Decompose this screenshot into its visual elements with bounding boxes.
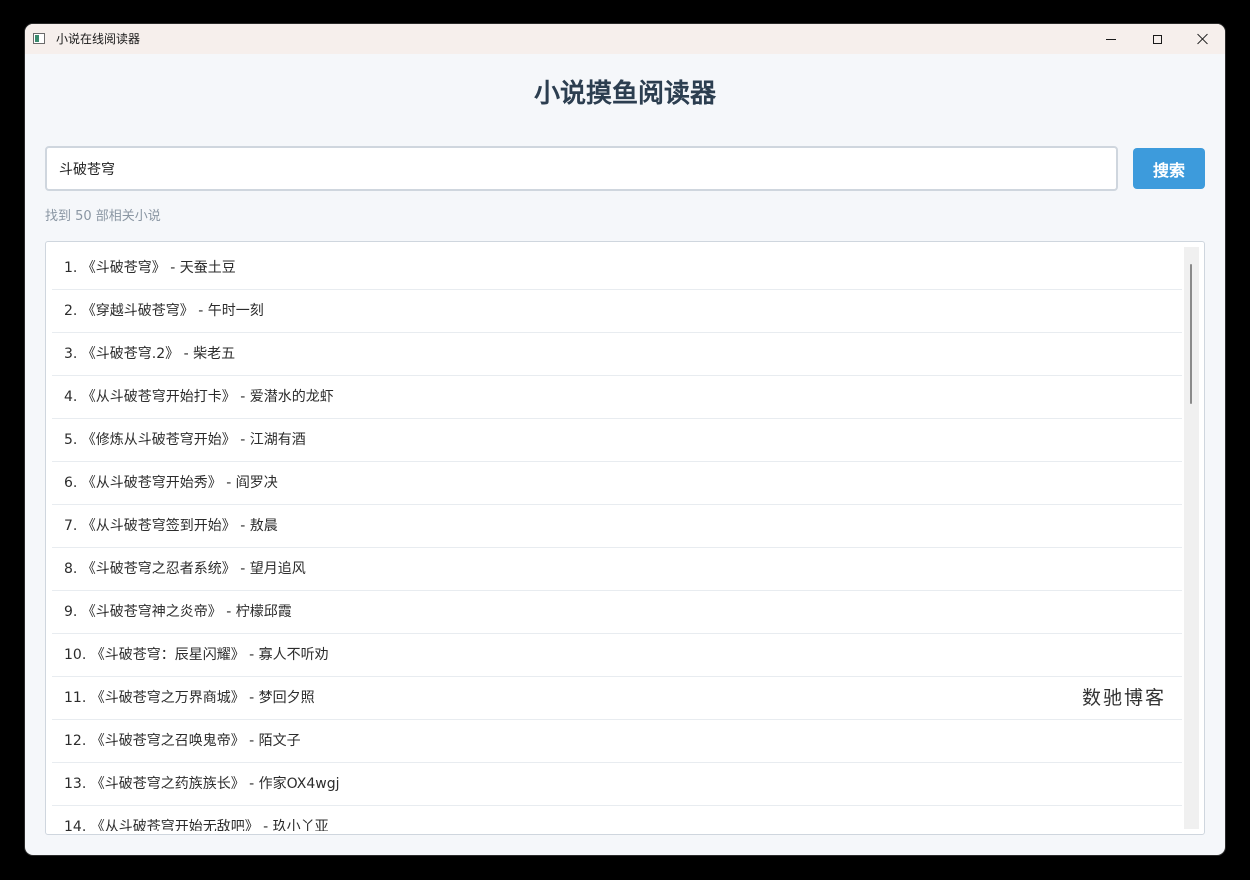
list-item[interactable]: 10. 《斗破苍穹：辰星闪耀》 - 寡人不听劝 — [52, 634, 1182, 677]
minimize-button[interactable] — [1088, 24, 1134, 54]
list-item[interactable]: 12. 《斗破苍穹之召唤鬼帝》 - 陌文子 — [52, 720, 1182, 763]
list-item[interactable]: 6. 《从斗破苍穹开始秀》 - 阎罗决 — [52, 462, 1182, 505]
scrollbar[interactable] — [1184, 247, 1199, 829]
list-item[interactable]: 14. 《从斗破苍穹开始无敌吧》 - 玖小丫亚 — [52, 806, 1182, 831]
list-item[interactable]: 9. 《斗破苍穹神之炎帝》 - 柠檬邱霞 — [52, 591, 1182, 634]
list-item[interactable]: 4. 《从斗破苍穹开始打卡》 - 爱潜水的龙虾 — [52, 376, 1182, 419]
list-item[interactable]: 5. 《修炼从斗破苍穹开始》 - 江湖有酒 — [52, 419, 1182, 462]
list-item[interactable]: 1. 《斗破苍穹》 - 天蚕土豆 — [52, 247, 1182, 290]
result-count: 找到 50 部相关小说 — [45, 209, 161, 224]
results-list: 1. 《斗破苍穹》 - 天蚕土豆 2. 《穿越斗破苍穹》 - 午时一刻 3. 《… — [52, 247, 1182, 831]
list-item[interactable]: 3. 《斗破苍穹.2》 - 柴老五 — [52, 333, 1182, 376]
results-panel: 1. 《斗破苍穹》 - 天蚕土豆 2. 《穿越斗破苍穹》 - 午时一刻 3. 《… — [45, 241, 1205, 835]
search-button[interactable]: 搜索 — [1133, 148, 1205, 189]
watermark: 数驰博客 — [1082, 687, 1167, 709]
page-title: 小说摸鱼阅读器 — [533, 79, 716, 109]
list-item[interactable]: 8. 《斗破苍穹之忍者系统》 - 望月追风 — [52, 548, 1182, 591]
scrollbar-thumb[interactable] — [1190, 264, 1192, 404]
list-item[interactable]: 7. 《从斗破苍穹签到开始》 - 敖晨 — [52, 505, 1182, 548]
app-window-icon — [33, 33, 45, 44]
title-bar[interactable]: 小说在线阅读器 — [25, 24, 1225, 54]
list-item[interactable]: 13. 《斗破苍穹之药族族长》 - 作家OX4wgj — [52, 763, 1182, 806]
app-window: 小说在线阅读器 小说摸鱼阅读器 搜索 找到 50 部相关小说 1. 《斗破苍穹》… — [25, 24, 1225, 855]
list-item[interactable]: 11. 《斗破苍穹之万界商城》 - 梦回夕照 — [52, 677, 1182, 720]
search-input[interactable] — [45, 146, 1118, 191]
close-icon — [1197, 33, 1209, 45]
close-button[interactable] — [1180, 24, 1225, 54]
window-title: 小说在线阅读器 — [56, 32, 141, 46]
maximize-icon — [1152, 34, 1162, 44]
list-item[interactable]: 2. 《穿越斗破苍穹》 - 午时一刻 — [52, 290, 1182, 333]
maximize-button[interactable] — [1134, 24, 1180, 54]
minimize-icon — [1106, 38, 1116, 40]
